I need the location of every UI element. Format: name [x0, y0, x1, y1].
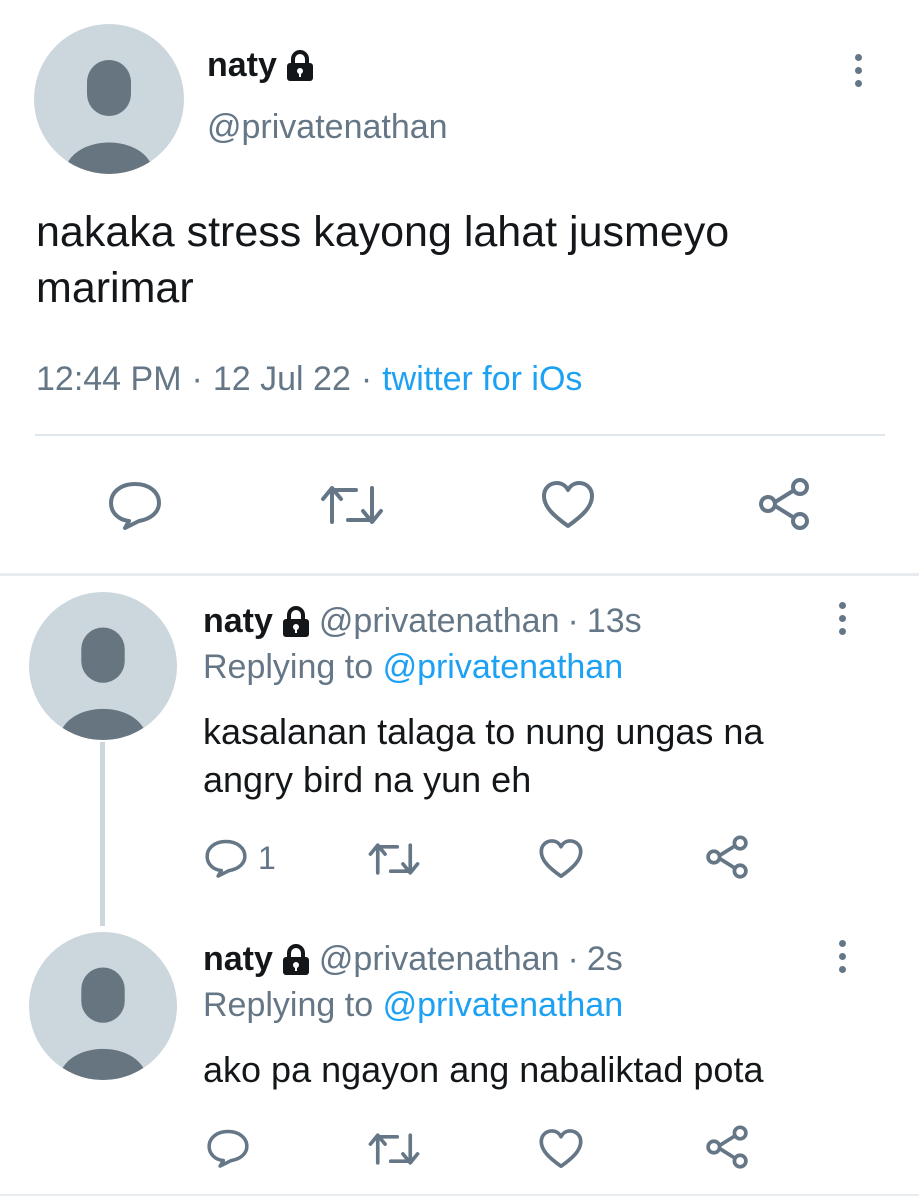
timestamp[interactable]: 13s: [587, 602, 642, 641]
tweet-date[interactable]: 12 Jul 22: [213, 360, 351, 399]
replying-handle[interactable]: @privatenathan: [383, 986, 624, 1024]
meta-separator: ·: [567, 940, 579, 978]
like-icon: [539, 1129, 583, 1169]
author-row: naty @privatenathan · 2s: [203, 940, 623, 979]
like-icon: [539, 839, 583, 879]
share-button[interactable]: [756, 476, 812, 532]
tweet-text: nakaka stress kayong lahat jusmeyo marim…: [36, 204, 729, 316]
avatar[interactable]: [29, 592, 177, 740]
lock-icon: [282, 605, 309, 637]
tweet-time[interactable]: 12:44 PM: [36, 360, 182, 399]
like-button[interactable]: [540, 480, 596, 530]
reply-button[interactable]: [107, 480, 163, 530]
tweet-text: kasalanan talaga to nung ungas na angry …: [203, 708, 763, 804]
retweet-icon: [321, 486, 383, 524]
author-row: naty @privatenathan · 13s: [203, 602, 642, 641]
default-profile-icon: [64, 60, 154, 174]
reply-icon: [205, 839, 247, 878]
more-options-icon[interactable]: [834, 602, 850, 635]
more-options-icon[interactable]: [834, 940, 850, 973]
meta-separator: ·: [360, 360, 373, 398]
handle[interactable]: @privatenathan: [319, 602, 560, 641]
tweet-source[interactable]: twitter for iOs: [382, 360, 582, 399]
avatar[interactable]: [29, 932, 177, 1080]
share-button[interactable]: [704, 834, 750, 880]
retweet-button[interactable]: [368, 840, 420, 878]
tweet-text-line: nakaka stress kayong lahat jusmeyo: [36, 208, 730, 256]
handle[interactable]: @privatenathan: [319, 940, 560, 979]
reply-icon: [207, 1129, 249, 1168]
replying-to: Replying to @privatenathan: [203, 648, 623, 687]
display-name[interactable]: naty: [203, 940, 273, 979]
section-divider: [0, 573, 919, 576]
tweet-text-line: ako pa ngayon ang nabaliktad pota: [203, 1049, 764, 1090]
reply-count: 1: [258, 839, 276, 876]
meta-separator: ·: [191, 360, 203, 398]
share-icon: [706, 835, 748, 879]
author-row: naty: [207, 46, 315, 85]
thread-line: [100, 742, 105, 926]
lock-icon: [286, 49, 313, 81]
like-button[interactable]: [538, 1128, 584, 1170]
more-options-icon[interactable]: [850, 54, 866, 87]
replying-label: Replying to: [203, 648, 374, 686]
share-icon: [706, 1125, 748, 1169]
like-icon: [542, 481, 594, 528]
retweet-button[interactable]: [320, 482, 384, 528]
reply-icon: [109, 482, 161, 530]
default-profile-icon: [58, 967, 148, 1080]
bottom-divider: [0, 1194, 919, 1196]
like-button[interactable]: [538, 838, 584, 880]
tweet-text-line: angry bird na yun eh: [203, 759, 532, 800]
reply-button[interactable]: [206, 1128, 250, 1168]
handle[interactable]: @privatenathan: [207, 108, 448, 147]
tweet-meta: 12:44 PM · 12 Jul 22 · twitter for iOs: [36, 360, 582, 399]
share-button[interactable]: [704, 1124, 750, 1170]
retweet-icon: [368, 843, 420, 875]
default-profile-icon: [58, 627, 148, 740]
replying-handle[interactable]: @privatenathan: [383, 648, 624, 686]
replying-to: Replying to @privatenathan: [203, 986, 623, 1025]
reply-button[interactable]: 1: [204, 838, 276, 878]
divider: [35, 434, 885, 436]
display-name[interactable]: naty: [207, 46, 277, 85]
timestamp[interactable]: 2s: [587, 940, 623, 979]
meta-separator: ·: [567, 602, 579, 640]
tweet-text-line: kasalanan talaga to nung ungas na: [203, 711, 764, 752]
retweet-button[interactable]: [368, 1130, 420, 1168]
share-icon: [759, 478, 809, 530]
display-name[interactable]: naty: [203, 602, 273, 641]
tweet-text: ako pa ngayon ang nabaliktad pota: [203, 1046, 763, 1094]
tweet-text-line: marimar: [36, 264, 194, 312]
replying-label: Replying to: [203, 986, 374, 1024]
lock-icon: [282, 943, 309, 975]
avatar[interactable]: [34, 24, 184, 174]
retweet-icon: [368, 1133, 420, 1165]
